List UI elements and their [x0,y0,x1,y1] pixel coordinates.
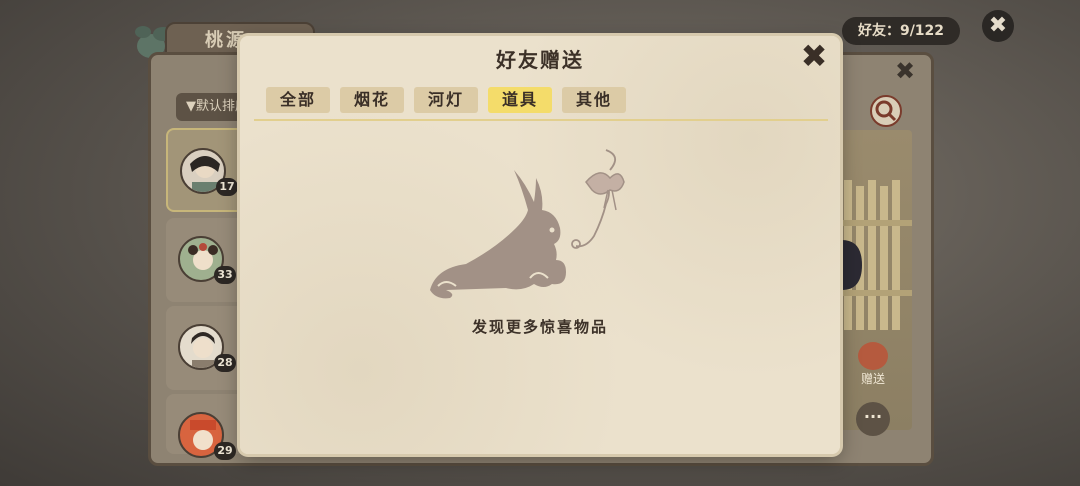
modal-title: 好友赠送 [496,48,584,72]
more-icon[interactable]: ··· [856,402,890,436]
close-icon[interactable]: ✖ [982,10,1014,42]
tab-props[interactable]: 道具 [488,87,552,113]
friend-card[interactable]: 33 [166,218,246,302]
gift-button[interactable]: 赠送 [852,342,894,390]
gift-icon [858,342,888,370]
level-badge: 28 [214,354,236,372]
tab-river-lantern[interactable]: 河灯 [414,87,478,113]
gift-label: 赠送 [860,372,885,386]
tab-fireworks[interactable]: 烟花 [340,87,404,113]
friend-count-text: 好友：9/122 [857,23,945,39]
friend-card[interactable]: 28 [166,306,246,390]
friend-count-badge: 好友：9/122 [842,17,960,45]
tab-other[interactable]: 其他 [562,87,626,113]
level-badge: 17 [216,178,238,196]
search-icon[interactable] [870,95,902,127]
level-badge: 29 [214,442,236,460]
sort-label: ▼默认排序 [186,99,248,114]
fence-decoration [842,180,912,330]
level-badge: 33 [214,266,236,284]
rabbit-illustration [430,149,625,299]
close-icon[interactable]: ✖ [794,36,834,76]
tab-divider [254,119,828,121]
close-icon[interactable]: ✖ [892,58,918,84]
tab-all[interactable]: 全部 [266,87,330,113]
gift-modal: 好友赠送 ✖ 全部 烟花 河灯 道具 其他 发现更多惊喜物品 [240,36,840,454]
empty-message: 发现更多惊喜物品 [471,318,608,336]
friend-card[interactable]: 17 [166,128,246,212]
friend-card[interactable]: 29 [166,394,246,460]
